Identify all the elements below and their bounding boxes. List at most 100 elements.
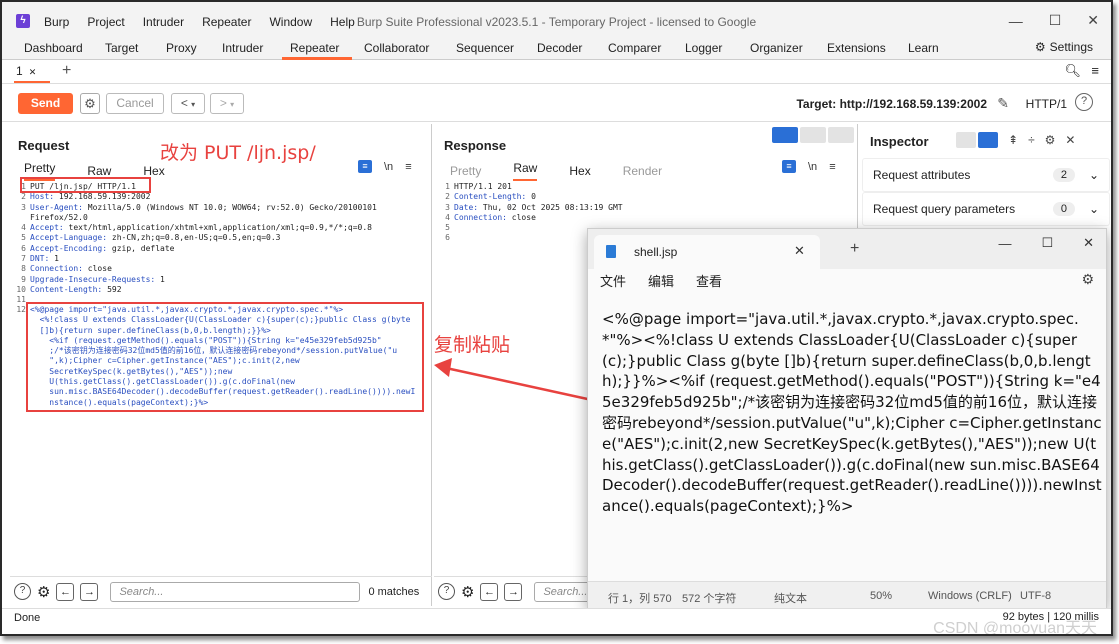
settings-button[interactable]: ⚙ Settings [1035,40,1093,54]
body-line: <%if (request.getMethod().equals("POST")… [30,335,382,345]
tab-repeater[interactable]: Repeater [290,41,339,55]
next-match-icon[interactable]: → [504,582,523,601]
new-tab-icon[interactable]: + [850,240,859,258]
header-name: Date: [454,202,479,212]
close-icon[interactable]: ✕ [1083,235,1094,251]
split-icon[interactable]: ÷ [1028,133,1035,147]
header-value: zh-CN,zh;q=0.8,en-US;q=0.5,en;q=0.3 [107,233,281,243]
inspector-layout-active-icon[interactable] [978,132,998,148]
add-tab-icon[interactable]: + [62,62,71,80]
tab-sequencer[interactable]: Sequencer [456,41,514,55]
tab-pretty[interactable]: Pretty [450,164,481,178]
maximize-icon[interactable]: ☐ [1049,12,1062,29]
layout-side-by-side-icon[interactable] [772,127,798,143]
menu-intruder[interactable]: Intruder [143,15,184,29]
line-number: 2 [445,192,450,202]
line-text: Firefox/52.0 [30,212,88,222]
inspector-layout-icon[interactable] [956,132,976,148]
layout-stacked-icon[interactable] [800,127,826,143]
tab-intruder[interactable]: Intruder [222,41,263,55]
send-settings-icon[interactable]: ⚙ [80,93,100,114]
menu-help[interactable]: Help [330,15,355,29]
newline-icon[interactable]: \n [808,161,817,173]
history-back-button[interactable]: < ▾ [171,93,205,114]
tab-hex[interactable]: Hex [143,164,164,178]
menu-icon[interactable]: ≡ [405,161,411,173]
header-value: 1 [155,274,165,284]
tab-render[interactable]: Render [623,164,662,178]
menu-project[interactable]: Project [87,15,124,29]
previous-match-icon[interactable]: ← [56,582,75,601]
gear-icon: ⚙ [1034,40,1046,54]
chevron-down-icon: ⌄ [1088,202,1099,216]
tab-raw[interactable]: Raw [87,164,111,178]
close-icon[interactable]: ✕ [1065,133,1075,147]
request-editor[interactable]: 1 PUT /ljn.jsp/ HTTP/1.1 2 Host: 192.168.59… [12,182,428,306]
tab-extensions[interactable]: Extensions [827,41,886,55]
body-line: U(this.getClass().getClassLoader()).g(c.… [30,377,295,387]
menu-edit[interactable]: 编辑 [648,271,674,290]
send-button[interactable]: Send [18,93,73,114]
minimize-icon[interactable]: — [998,236,1011,251]
body-line-number: 12 [16,305,26,314]
tab-target[interactable]: Target [105,41,138,55]
close-tab-icon[interactable]: ✕ [29,67,37,77]
more-menu-icon[interactable]: ≡ [1091,63,1099,78]
search-icon[interactable]: 🔍︎ [1064,63,1081,79]
tab-learn[interactable]: Learn [908,41,939,55]
edit-target-icon[interactable]: ✎ [997,95,1009,112]
wrap-lines-icon[interactable]: ≡ [358,160,372,173]
header-value: 1 [49,254,59,264]
menu-window[interactable]: Window [269,15,312,29]
header-value: 592 [102,284,122,294]
tab-comparer[interactable]: Comparer [608,41,661,55]
help-icon[interactable]: ? [1075,93,1093,111]
newline-icon[interactable]: \n [384,161,393,173]
back-chevron-icon: < [180,96,188,110]
menu-file[interactable]: 文件 [600,271,626,290]
request-search-input[interactable]: Search... [110,581,361,602]
inspector-query-parameters[interactable]: Request query parameters 0 ⌄ [862,192,1110,226]
header-name: User-Agent: [30,202,83,212]
menu-icon[interactable]: ≡ [829,161,835,173]
header-name: DNT: [30,254,50,264]
notepad-file-tab[interactable]: shell.jsp ✕ [594,235,820,269]
protocol-label[interactable]: HTTP/1 [1026,97,1067,111]
tab-logger[interactable]: Logger [685,41,722,55]
dropdown-icon: ▾ [191,100,196,109]
close-tab-icon[interactable]: ✕ [794,243,805,259]
previous-match-icon[interactable]: ← [480,582,499,601]
menu-burp[interactable]: Burp [44,15,69,29]
tab-dashboard[interactable]: Dashboard [24,41,83,55]
menu-repeater[interactable]: Repeater [202,15,251,29]
notepad-text-area[interactable]: <%@page import="java.util.*,javax.crypto… [602,309,1102,559]
repeater-tab-1[interactable]: 1 ✕ [16,64,36,78]
close-icon[interactable]: ✕ [1087,12,1099,29]
maximize-icon[interactable]: ☐ [1041,235,1053,251]
line-number: 6 [445,233,450,243]
gear-icon[interactable]: ⚙ [37,583,50,601]
help-icon[interactable]: ? [14,583,31,600]
line-number: 4 [21,223,26,233]
tab-organizer[interactable]: Organizer [750,41,803,55]
tab-proxy[interactable]: Proxy [166,41,197,55]
wrap-lines-icon[interactable]: ≡ [782,160,796,173]
next-match-icon[interactable]: → [80,582,99,601]
gear-icon[interactable]: ⚙ [461,583,474,601]
tab-collaborator[interactable]: Collaborator [364,41,429,55]
gear-icon[interactable]: ⚙ [1045,133,1056,147]
align-icon[interactable]: ⇞ [1008,133,1018,147]
history-forward-button[interactable]: > ▾ [210,93,244,114]
inspector-request-attributes[interactable]: Request attributes 2 ⌄ [862,158,1110,192]
tab-decoder[interactable]: Decoder [537,41,582,55]
gear-icon[interactable]: ⚙ [1081,271,1094,288]
menu-bar: Burp Project Intruder Repeater Window He… [44,15,355,29]
cancel-button[interactable]: Cancel [106,93,164,114]
tab-raw[interactable]: Raw [513,161,538,181]
minimize-icon[interactable]: — [1009,13,1023,29]
request-search-bar: ? ⚙ ← → Search... 0 matches [10,576,432,606]
tab-hex[interactable]: Hex [569,164,590,178]
layout-tabs-icon[interactable] [828,127,854,143]
menu-view[interactable]: 查看 [696,271,722,290]
help-icon[interactable]: ? [438,583,455,600]
